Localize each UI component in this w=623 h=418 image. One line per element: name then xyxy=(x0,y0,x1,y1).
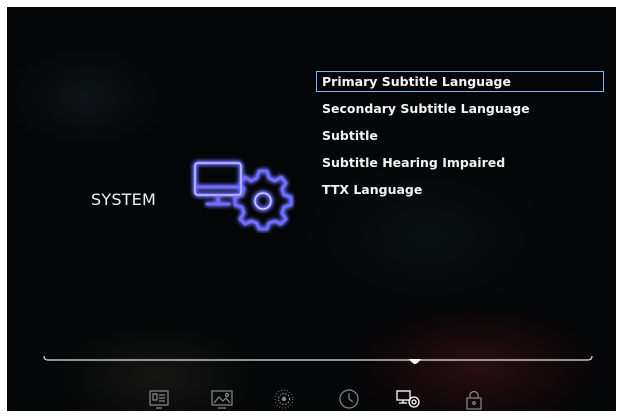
menu-item-primary-subtitle-language[interactable]: Primary Subtitle Language xyxy=(316,71,604,92)
clock-icon[interactable] xyxy=(334,387,364,411)
picture-icon[interactable] xyxy=(207,387,237,411)
menu-tab-bar xyxy=(7,387,616,411)
subtitle-settings-menu: Primary Subtitle Language Secondary Subt… xyxy=(316,71,604,206)
sound-icon[interactable] xyxy=(269,387,299,411)
menu-item-subtitle-hearing-impaired[interactable]: Subtitle Hearing Impaired xyxy=(316,152,604,173)
system-settings-tab-icon[interactable] xyxy=(394,387,424,411)
menu-item-subtitle[interactable]: Subtitle xyxy=(316,125,604,146)
tv-source-icon[interactable] xyxy=(144,387,174,411)
menu-item-ttx-language[interactable]: TTX Language xyxy=(316,179,604,200)
system-settings-icon xyxy=(193,161,293,231)
category-title: SYSTEM xyxy=(91,190,156,209)
menu-item-secondary-subtitle-language[interactable]: Secondary Subtitle Language xyxy=(316,98,604,119)
tv-menu-screen: SYSTEM Primary Subtitle Language Seconda… xyxy=(7,7,616,411)
lock-icon[interactable] xyxy=(459,387,489,411)
tabbar-divider xyxy=(43,356,593,364)
